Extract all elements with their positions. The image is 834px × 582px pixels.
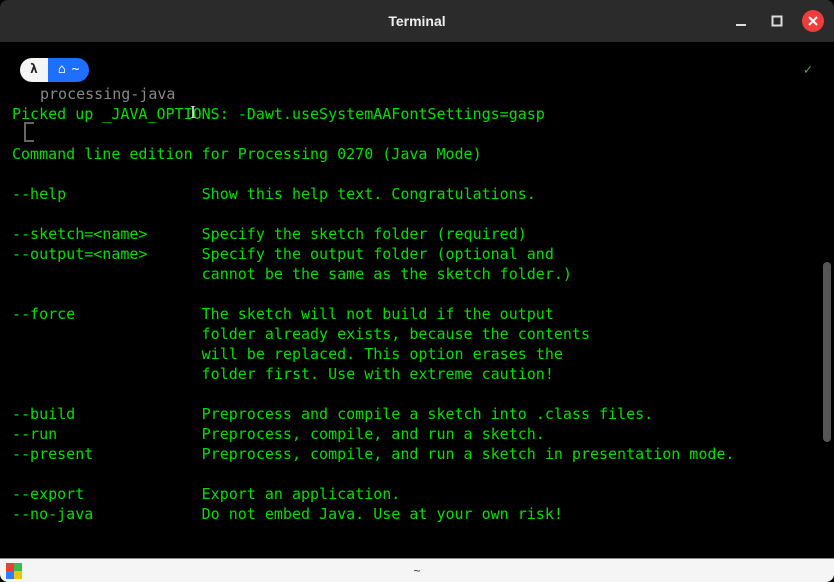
terminal-content: λ ⌂ ~ ✓ processing-java Picked up _JAVA_…: [12, 52, 822, 524]
scrollbar[interactable]: [823, 262, 831, 442]
lambda-icon: λ: [30, 60, 38, 80]
window-controls: [730, 10, 824, 32]
tilde-label: ~: [72, 60, 80, 80]
close-icon: [808, 16, 818, 26]
close-button[interactable]: [802, 10, 824, 32]
prompt-row: λ ⌂ ~ ✓: [12, 52, 822, 84]
terminal-window: Terminal λ ⌂ ~: [0, 0, 834, 582]
prompt-lambda-segment: λ: [20, 58, 48, 82]
statusbar: ~: [0, 558, 834, 582]
terminal-output: Picked up _JAVA_OPTIONS: -Dawt.useSystem…: [12, 104, 822, 524]
command-line: processing-java: [12, 84, 822, 104]
status-check-icon: ✓: [804, 60, 812, 80]
home-icon: ⌂: [58, 60, 66, 80]
titlebar: Terminal: [0, 0, 834, 42]
terminal-body[interactable]: λ ⌂ ~ ✓ processing-java Picked up _JAVA_…: [0, 42, 834, 558]
maximize-button[interactable]: [766, 10, 788, 32]
status-tilde: ~: [413, 564, 420, 578]
minimize-icon: [735, 15, 747, 27]
command-text: processing-java: [40, 85, 175, 103]
prompt-path-segment: ⌂ ~: [48, 58, 90, 82]
maximize-icon: [771, 15, 783, 27]
prompt-frame: [24, 122, 34, 142]
apps-icon[interactable]: [6, 563, 22, 579]
window-title: Terminal: [388, 13, 445, 29]
minimize-button[interactable]: [730, 10, 752, 32]
prompt-pill: λ ⌂ ~: [20, 58, 89, 82]
